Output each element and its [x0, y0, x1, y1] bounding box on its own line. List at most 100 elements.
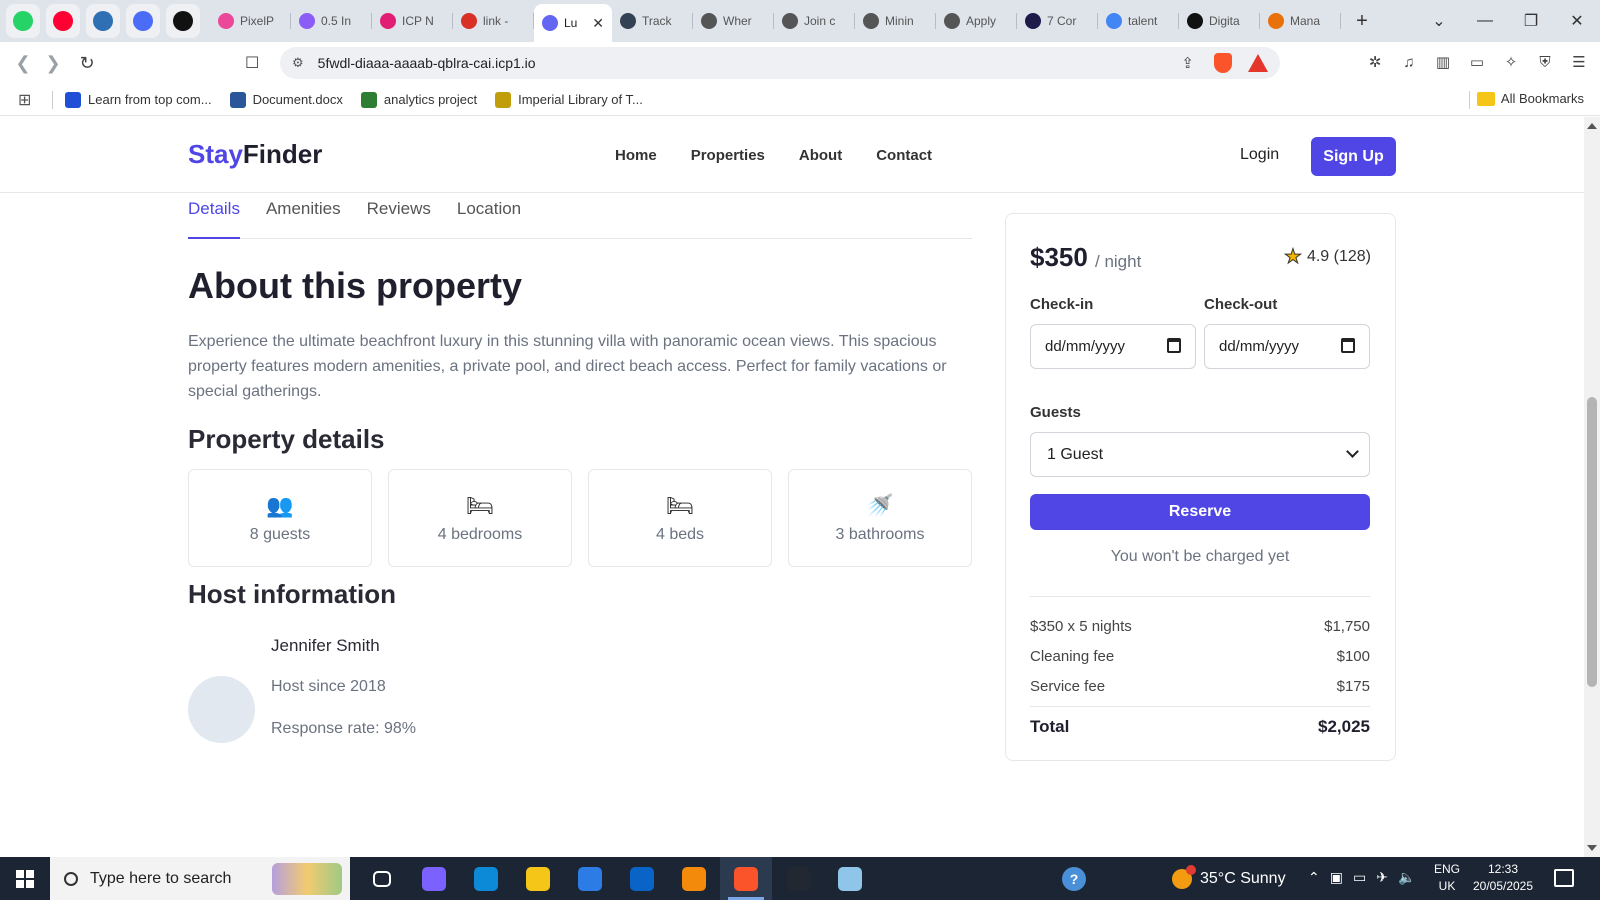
tab[interactable]: PixelP	[210, 4, 291, 38]
back-button[interactable]: ❮	[8, 53, 38, 74]
tab[interactable]: 0.5 In	[291, 4, 372, 38]
pinned-tab[interactable]	[86, 4, 120, 38]
airplane-icon[interactable]: ✈	[1376, 869, 1388, 886]
brave-rewards-icon[interactable]	[1248, 54, 1268, 72]
tab[interactable]: Join c	[774, 4, 855, 38]
apps-grid-icon[interactable]: ⊞	[18, 90, 40, 110]
share-icon[interactable]: ⇪	[1181, 54, 1194, 72]
tab-search-icon[interactable]: ⌄	[1416, 11, 1462, 31]
tab[interactable]: talent	[1098, 4, 1179, 38]
taskbar-app[interactable]	[408, 857, 460, 900]
tab-active[interactable]: Lu ✕	[534, 4, 612, 42]
nav-link-properties[interactable]: Properties	[691, 147, 765, 164]
help-icon[interactable]: ?	[1062, 867, 1086, 891]
clock[interactable]: 12:33 20/05/2025	[1464, 861, 1542, 895]
start-button[interactable]	[0, 857, 50, 900]
tab[interactable]: Track	[612, 4, 693, 38]
forward-button[interactable]: ❯	[38, 53, 68, 74]
bookmark-item[interactable]: analytics project	[360, 91, 477, 108]
calendar-icon[interactable]	[1167, 338, 1181, 353]
close-tab-icon[interactable]: ✕	[592, 15, 604, 32]
all-bookmarks-button[interactable]: All Bookmarks	[1476, 91, 1584, 106]
taskbar-app[interactable]	[616, 857, 668, 900]
bookmark-item[interactable]: Document.docx	[229, 91, 343, 108]
pinned-tab[interactable]	[46, 4, 80, 38]
site-info-icon[interactable]: ⚙	[292, 55, 304, 71]
notifications-icon[interactable]	[1554, 869, 1574, 887]
google-icon	[1106, 13, 1122, 29]
nav-link-about[interactable]: About	[799, 147, 842, 164]
tab[interactable]: ICP N	[372, 4, 453, 38]
tab[interactable]: Wher	[693, 4, 774, 38]
taskbar-app[interactable]	[460, 857, 512, 900]
tab-reviews[interactable]: Reviews	[367, 199, 431, 239]
tab[interactable]: Minin	[855, 4, 936, 38]
login-link[interactable]: Login	[1240, 146, 1279, 164]
signup-button[interactable]: Sign Up	[1311, 137, 1396, 176]
minimize-button[interactable]: —	[1462, 12, 1508, 30]
pinned-tab[interactable]	[166, 4, 200, 38]
library-icon	[495, 91, 512, 108]
bed-icon: 🛏	[666, 493, 694, 518]
infinity-icon	[299, 13, 315, 29]
reserve-button[interactable]: Reserve	[1030, 494, 1370, 530]
calendar-icon[interactable]	[1341, 338, 1355, 353]
tab[interactable]: 7 Cor	[1017, 4, 1098, 38]
taskbar-search[interactable]: Type here to search	[50, 857, 350, 900]
chevron-up-icon[interactable]: ⌃	[1308, 869, 1320, 886]
media-icon[interactable]: ♫	[1398, 51, 1420, 73]
pinned-tabs	[0, 4, 200, 38]
taskbar-app[interactable]	[720, 857, 772, 900]
tab[interactable]: Digita	[1179, 4, 1260, 38]
restore-button[interactable]: ❐	[1508, 11, 1554, 31]
taskbar-app[interactable]	[772, 857, 824, 900]
taskbar-app[interactable]	[668, 857, 720, 900]
menu-icon[interactable]: ☰	[1568, 51, 1590, 73]
tab-location[interactable]: Location	[457, 199, 521, 239]
checkin-date-input[interactable]: dd/mm/yyyy	[1030, 324, 1196, 369]
checkout-date-input[interactable]: dd/mm/yyyy	[1204, 324, 1370, 369]
omnibox[interactable]: ⚙ 5fwdl-diaaa-aaaab-qblra-cai.icp1.io ⇪	[280, 47, 1280, 79]
leo-ai-icon[interactable]: ✧	[1500, 51, 1522, 73]
bookmark-item[interactable]: Learn from top com...	[65, 91, 212, 108]
brave-shields-icon[interactable]	[1214, 53, 1232, 73]
new-tab-button[interactable]: +	[1347, 6, 1377, 36]
nav-link-contact[interactable]: Contact	[876, 147, 932, 164]
extensions-icon[interactable]: ✲	[1364, 51, 1386, 73]
scrollbar-thumb[interactable]	[1587, 397, 1597, 687]
scroll-up-arrow[interactable]	[1587, 123, 1597, 129]
taskbar-app[interactable]	[356, 857, 408, 900]
reload-button[interactable]: ↻	[72, 53, 102, 74]
search-icon	[64, 871, 78, 886]
bookmark-page-icon[interactable]: ☐	[245, 53, 259, 73]
site-logo[interactable]: StayFinder	[188, 139, 322, 170]
volume-icon[interactable]: 🔈	[1398, 869, 1415, 886]
pinned-tab[interactable]	[6, 4, 40, 38]
tab[interactable]: Mana	[1260, 4, 1341, 38]
meet-icon[interactable]: ▣	[1330, 869, 1343, 886]
guests-select[interactable]: 1 Guest	[1030, 432, 1370, 477]
page-scrollbar[interactable]	[1584, 117, 1600, 857]
taskbar-app[interactable]	[512, 857, 564, 900]
tab[interactable]: link -	[453, 4, 534, 38]
vpn-icon[interactable]: ⛨	[1534, 51, 1556, 73]
pinned-tab[interactable]	[126, 4, 160, 38]
tab-details[interactable]: Details	[188, 199, 240, 239]
url-text[interactable]: 5fwdl-diaaa-aaaab-qblra-cai.icp1.io	[318, 55, 536, 71]
tab-amenities[interactable]: Amenities	[266, 199, 341, 239]
scroll-down-arrow[interactable]	[1587, 845, 1597, 851]
weather-widget[interactable]: 35°C Sunny	[1172, 857, 1286, 900]
sidebar-icon[interactable]: ▥	[1432, 51, 1454, 73]
tab-title: ICP N	[402, 14, 434, 28]
taskbar-app[interactable]	[564, 857, 616, 900]
tab[interactable]: Apply	[936, 4, 1017, 38]
bookmark-item[interactable]: Imperial Library of T...	[495, 91, 643, 108]
close-window-button[interactable]: ✕	[1554, 11, 1600, 31]
battery-icon[interactable]: ▭	[1353, 869, 1366, 886]
system-tray: ⌃ ▣ ▭ ✈ 🔈	[1308, 869, 1415, 886]
nav-link-home[interactable]: Home	[615, 147, 657, 164]
language-indicator[interactable]: ENG UK	[1434, 861, 1460, 895]
wallet-icon[interactable]: ▭	[1466, 51, 1488, 73]
taskbar-app[interactable]	[824, 857, 876, 900]
bookmark-list: Learn from top com... Document.docx analyt…	[65, 91, 661, 108]
